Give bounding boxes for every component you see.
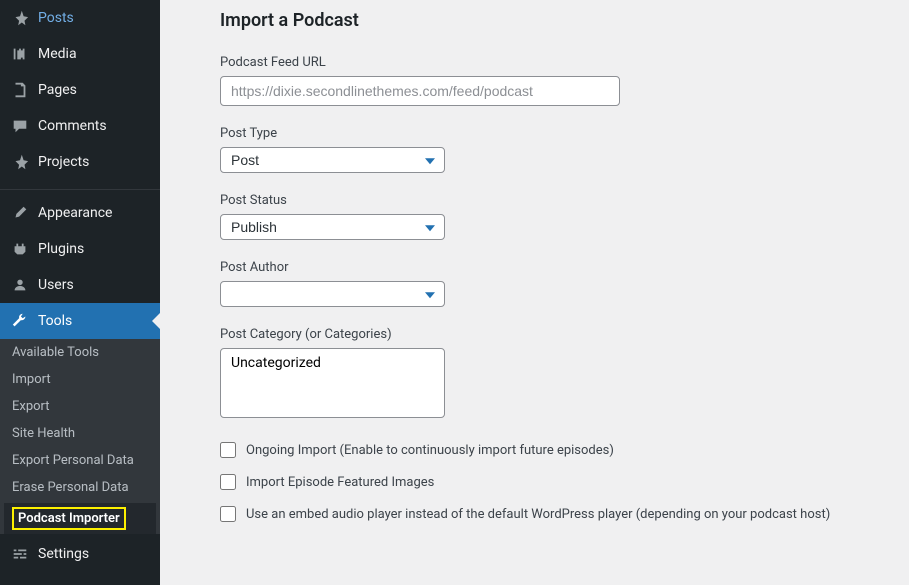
comment-icon — [10, 116, 30, 136]
sidebar-item-label: Comments — [38, 118, 107, 134]
sidebar-item-label: Projects — [38, 154, 89, 170]
checkbox-embed-player[interactable] — [220, 506, 236, 522]
checkbox-ongoing-import[interactable] — [220, 442, 236, 458]
field-import-images: Import Episode Featured Images — [220, 474, 889, 490]
brush-icon — [10, 203, 30, 223]
label-ongoing-import: Ongoing Import (Enable to continuously i… — [246, 443, 614, 458]
sidebar-item-label: Media — [38, 46, 77, 62]
field-embed-player: Use an embed audio player instead of the… — [220, 506, 889, 522]
submenu-available-tools[interactable]: Available Tools — [0, 339, 160, 366]
label-post-author: Post Author — [220, 260, 889, 275]
user-icon — [10, 275, 30, 295]
select-post-author[interactable] — [220, 281, 445, 307]
checkbox-import-images[interactable] — [220, 474, 236, 490]
separator — [0, 185, 160, 190]
sliders-icon — [10, 544, 30, 564]
sidebar-item-comments[interactable]: Comments — [0, 108, 160, 144]
media-icon — [10, 44, 30, 64]
sidebar-item-posts[interactable]: Posts — [0, 0, 160, 36]
sidebar-item-label: Settings — [38, 546, 89, 562]
wrench-icon — [10, 311, 30, 331]
field-ongoing-import: Ongoing Import (Enable to continuously i… — [220, 442, 889, 458]
label-post-category: Post Category (or Categories) — [220, 327, 889, 342]
sidebar-item-tools[interactable]: Tools — [0, 303, 160, 339]
pin-icon — [10, 152, 30, 172]
field-post-author: Post Author — [220, 260, 889, 307]
sidebar-item-label: Posts — [38, 10, 74, 26]
tools-submenu: Available Tools Import Export Site Healt… — [0, 339, 160, 534]
sidebar-item-settings[interactable]: Settings — [0, 536, 160, 572]
label-embed-player: Use an embed audio player instead of the… — [246, 507, 830, 522]
submenu-export-personal[interactable]: Export Personal Data — [0, 447, 160, 474]
select-wrap: Post — [220, 147, 445, 173]
submenu-site-health[interactable]: Site Health — [0, 420, 160, 447]
select-wrap: Publish — [220, 214, 445, 240]
input-feed-url[interactable] — [220, 76, 620, 106]
label-import-images: Import Episode Featured Images — [246, 475, 434, 490]
sidebar-item-label: Users — [38, 277, 74, 293]
field-post-category: Post Category (or Categories) Uncategori… — [220, 327, 889, 422]
sidebar-item-media[interactable]: Media — [0, 36, 160, 72]
submenu-export[interactable]: Export — [0, 393, 160, 420]
sidebar-item-label: Plugins — [38, 241, 84, 257]
label-post-type: Post Type — [220, 126, 889, 141]
sidebar-item-label: Pages — [38, 82, 77, 98]
sidebar-item-users[interactable]: Users — [0, 267, 160, 303]
sidebar-item-label: Tools — [38, 313, 72, 329]
main-content: Import a Podcast Podcast Feed URL Post T… — [160, 0, 909, 585]
sidebar-item-appearance[interactable]: Appearance — [0, 195, 160, 231]
admin-sidebar: Posts Media Pages Comments Projects Appe… — [0, 0, 160, 585]
submenu-podcast-importer[interactable]: Podcast Importer — [4, 503, 156, 534]
label-feed-url: Podcast Feed URL — [220, 55, 889, 70]
sidebar-item-pages[interactable]: Pages — [0, 72, 160, 108]
page-title: Import a Podcast — [220, 10, 889, 31]
submenu-import[interactable]: Import — [0, 366, 160, 393]
pin-icon — [10, 8, 30, 28]
field-post-status: Post Status Publish — [220, 193, 889, 240]
field-feed-url: Podcast Feed URL — [220, 55, 889, 106]
page-icon — [10, 80, 30, 100]
sidebar-item-projects[interactable]: Projects — [0, 144, 160, 180]
select-post-type[interactable]: Post — [220, 147, 445, 173]
sidebar-item-plugins[interactable]: Plugins — [0, 231, 160, 267]
field-post-type: Post Type Post — [220, 126, 889, 173]
plug-icon — [10, 239, 30, 259]
textarea-post-category[interactable]: Uncategorized — [220, 348, 445, 418]
select-post-status[interactable]: Publish — [220, 214, 445, 240]
sidebar-item-label: Appearance — [38, 205, 112, 221]
submenu-erase-personal[interactable]: Erase Personal Data — [0, 474, 160, 501]
select-wrap — [220, 281, 445, 307]
label-post-status: Post Status — [220, 193, 889, 208]
